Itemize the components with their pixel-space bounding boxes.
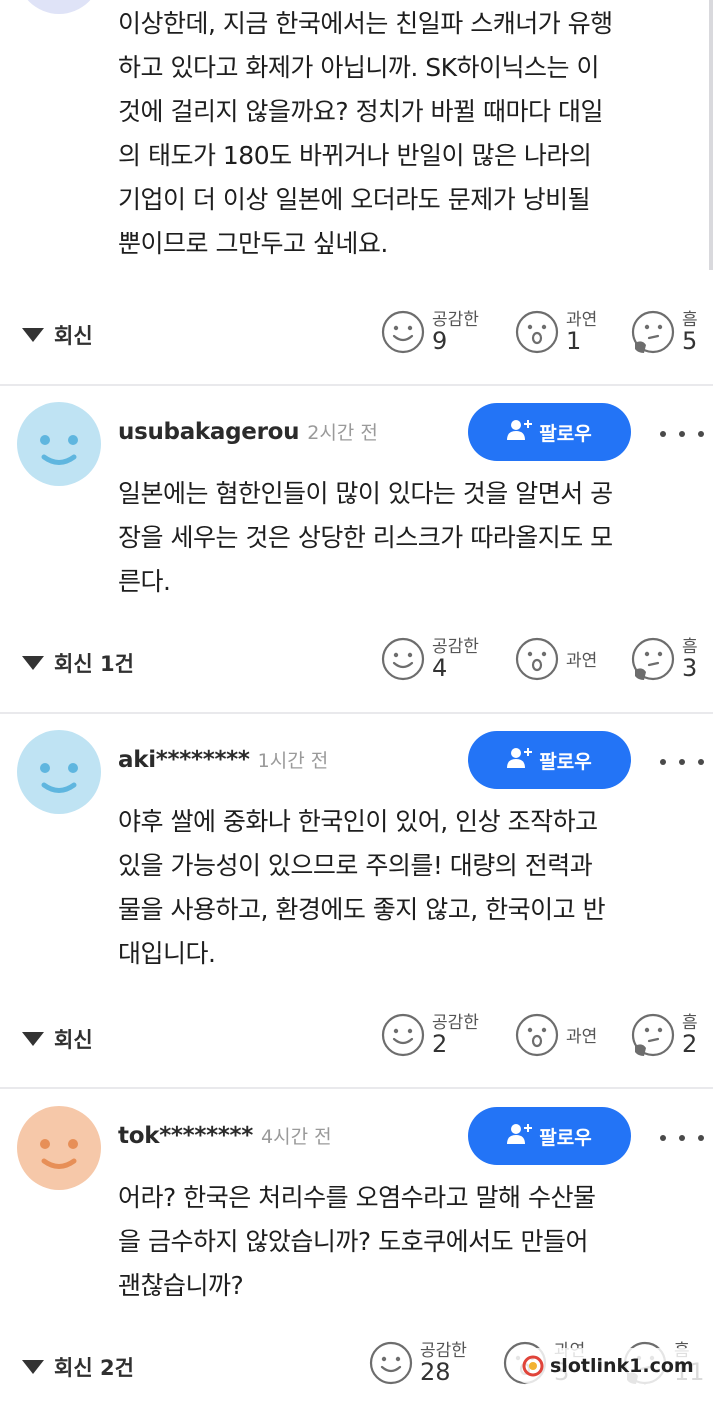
comment-body: 어라? 한국은 처리수를 오염수라고 말해 수산물 을 금수하지 않았습니까? … [118, 1176, 698, 1308]
comment-text-line: 것에 걸리지 않을까요? 정치가 바뀔 때마다 대일 [118, 97, 603, 126]
comment-text-line: 뿐이므로 그만두고 싶네요. [118, 229, 388, 258]
follow-button[interactable]: 팔로우 [468, 403, 631, 461]
comment-text-line: 른다. [118, 567, 171, 596]
username[interactable]: usubakagerou 2시간 전 [118, 418, 378, 445]
follow-button[interactable]: 팔로우 [468, 1107, 631, 1165]
smile-face-icon [381, 310, 425, 354]
reaction-count: 9 [432, 327, 448, 355]
caret-down-icon [22, 328, 44, 342]
reaction-count: 2 [432, 1030, 448, 1058]
surprised-face-icon [515, 310, 559, 354]
caret-down-icon [22, 656, 44, 670]
reaction-empathy[interactable]: 공감한 28 [368, 1336, 488, 1396]
reply-label: 회신 [54, 1028, 93, 1052]
comment-text-line: 괜찮습니까? [118, 1271, 244, 1300]
comment-text-line: 의 태도가 180도 바뀌거나 반일이 많은 나라의 [118, 141, 592, 170]
avatar[interactable] [17, 730, 101, 814]
reaction-hmm[interactable]: 흠 2 [630, 1008, 713, 1068]
add-user-icon [507, 1122, 533, 1151]
reaction-indeed[interactable]: 과연 [514, 632, 634, 692]
caret-down-icon [22, 1360, 44, 1374]
comment-text-line: 물을 사용하고, 환경에도 좋지 않고, 한국이고 반 [118, 895, 606, 924]
reaction-count: 4 [432, 654, 448, 682]
username[interactable]: tok******** 4시간 전 [118, 1122, 332, 1149]
reply-label: 회신 2건 [54, 1356, 134, 1380]
username-text: tok******** [118, 1123, 254, 1149]
reaction-count: 5 [682, 327, 698, 355]
watermark-logo-icon [522, 1355, 544, 1377]
username-text: usubakagerou [118, 419, 300, 445]
more-options-button[interactable] [660, 750, 704, 774]
comment-time: 2시간 전 [307, 422, 378, 444]
smile-face-icon [381, 637, 425, 681]
reaction-label: 과연 [566, 651, 598, 671]
comment-time: 4시간 전 [261, 1126, 332, 1148]
comment-text-line: 대입니다. [118, 939, 216, 968]
reaction-empathy[interactable]: 공감한 9 [380, 305, 500, 365]
watermark: slotlink1.com [512, 1348, 712, 1384]
reply-toggle[interactable]: 회신 1건 [22, 648, 134, 678]
reaction-label: 과연 [566, 1027, 598, 1047]
comment-text-line: 있을 가능성이 있으므로 주의를! 대량의 전력과 [118, 851, 593, 880]
surprised-face-icon [515, 637, 559, 681]
comment-text-line: 하고 있다고 화제가 아닙니까. SK하이닉스는 이 [118, 53, 599, 82]
reaction-indeed[interactable]: 과연 1 [514, 305, 634, 365]
comment-text-line: 일본에는 혐한인들이 많이 있다는 것을 알면서 공 [118, 479, 613, 508]
more-options-button[interactable] [660, 1126, 704, 1150]
comment-text-line: 이상한데, 지금 한국에서는 친일파 스캐너가 유행 [118, 9, 613, 38]
reaction-indeed[interactable]: 과연 [514, 1008, 634, 1068]
thinking-face-icon [631, 310, 675, 355]
caret-down-icon [22, 1032, 44, 1046]
smile-face-icon [369, 1341, 413, 1385]
reply-label: 회신 [54, 324, 93, 348]
reply-toggle[interactable]: 회신 [22, 320, 93, 350]
thinking-face-icon [631, 1013, 675, 1058]
more-dots-icon [660, 1135, 666, 1141]
comment-divider [0, 712, 713, 714]
reaction-count: 3 [682, 654, 698, 682]
reaction-count: 28 [420, 1358, 451, 1386]
reaction-hmm[interactable]: 흠 3 [630, 632, 713, 692]
watermark-text: slotlink1.com [550, 1355, 694, 1377]
reply-toggle[interactable]: 회신 [22, 1024, 93, 1054]
add-user-icon [507, 418, 533, 447]
more-dots-icon [660, 431, 666, 437]
follow-label: 팔로우 [539, 422, 592, 445]
comment-divider [0, 1087, 713, 1089]
reaction-hmm[interactable]: 흠 5 [630, 305, 713, 365]
more-dots-icon [660, 759, 666, 765]
reaction-empathy[interactable]: 공감한 2 [380, 1008, 500, 1068]
thinking-face-icon [631, 637, 675, 682]
follow-button[interactable]: 팔로우 [468, 731, 631, 789]
comment-text-line: 장을 세우는 것은 상당한 리스크가 따라올지도 모 [118, 523, 613, 552]
comment-text-line: 야후 쌀에 중화나 한국인이 있어, 인상 조작하고 [118, 807, 598, 836]
comment-body: 이상한데, 지금 한국에서는 친일파 스캐너가 유행 하고 있다고 화제가 아닙… [118, 2, 698, 266]
avatar[interactable] [17, 402, 101, 486]
comment-text-line: 기업이 더 이상 일본에 오더라도 문제가 낭비될 [118, 185, 591, 214]
reaction-count: 2 [682, 1030, 698, 1058]
comment-divider [0, 384, 713, 386]
scrollbar[interactable] [709, 0, 713, 270]
avatar[interactable] [17, 0, 101, 14]
comment-text-line: 을 금수하지 않았습니까? 도호쿠에서도 만들어 [118, 1227, 589, 1256]
username[interactable]: aki******** 1시간 전 [118, 746, 328, 773]
reaction-count: 1 [566, 327, 582, 355]
username-text: aki******** [118, 747, 250, 773]
smile-face-icon [381, 1013, 425, 1057]
reply-label: 회신 1건 [54, 652, 134, 676]
surprised-face-icon [515, 1013, 559, 1057]
reply-toggle[interactable]: 회신 2건 [22, 1352, 134, 1382]
more-options-button[interactable] [660, 422, 704, 446]
avatar[interactable] [17, 1106, 101, 1190]
add-user-icon [507, 746, 533, 775]
comment-body: 야후 쌀에 중화나 한국인이 있어, 인상 조작하고 있을 가능성이 있으므로 … [118, 800, 698, 976]
reaction-empathy[interactable]: 공감한 4 [380, 632, 500, 692]
follow-label: 팔로우 [539, 1126, 592, 1149]
comment-body: 일본에는 혐한인들이 많이 있다는 것을 알면서 공 장을 세우는 것은 상당한… [118, 472, 698, 604]
follow-label: 팔로우 [539, 750, 592, 773]
comment-time: 1시간 전 [257, 750, 329, 772]
comment-text-line: 어라? 한국은 처리수를 오염수라고 말해 수산물 [118, 1183, 596, 1212]
